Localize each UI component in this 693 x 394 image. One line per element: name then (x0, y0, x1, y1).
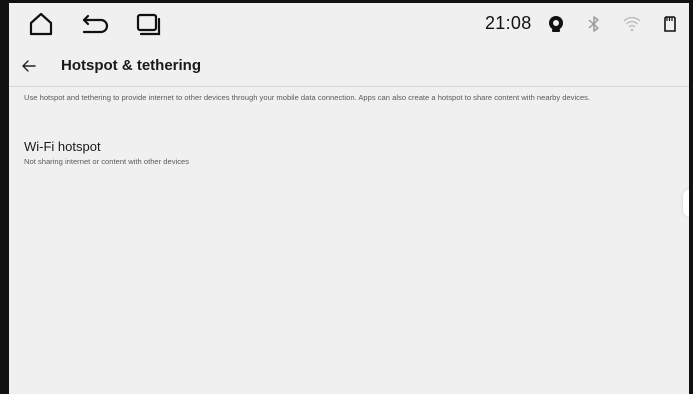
preference-title: Wi-Fi hotspot (24, 139, 101, 154)
system-bar: 21:08 (9, 3, 689, 45)
back-nav-button[interactable] (79, 9, 109, 39)
home-button[interactable] (26, 9, 56, 39)
recents-icon (136, 13, 161, 36)
location-icon (545, 13, 567, 35)
preference-summary: Not sharing internet or content with oth… (24, 157, 190, 166)
recents-button[interactable] (133, 9, 163, 39)
sd-card-icon (659, 13, 681, 35)
page-title: Hotspot & tethering (61, 57, 201, 74)
app-bar: Hotspot & tethering (9, 48, 689, 86)
wifi-hotspot-preference[interactable]: Wi-Fi hotspot Not sharing internet or co… (9, 133, 689, 173)
clock: 21:08 (485, 13, 532, 33)
edge-panel-handle[interactable] (683, 189, 689, 217)
wifi-icon (621, 13, 643, 35)
home-icon (29, 12, 53, 36)
divider (9, 86, 689, 87)
back-icon (82, 14, 109, 34)
arrow-left-icon (22, 60, 36, 72)
screen: 21:08 Hotspot & tethering Use hotspot an… (9, 3, 689, 394)
page-description: Use hotspot and tethering to provide int… (24, 93, 591, 102)
bluetooth-icon (583, 13, 605, 35)
navigate-up-button[interactable] (17, 54, 41, 78)
